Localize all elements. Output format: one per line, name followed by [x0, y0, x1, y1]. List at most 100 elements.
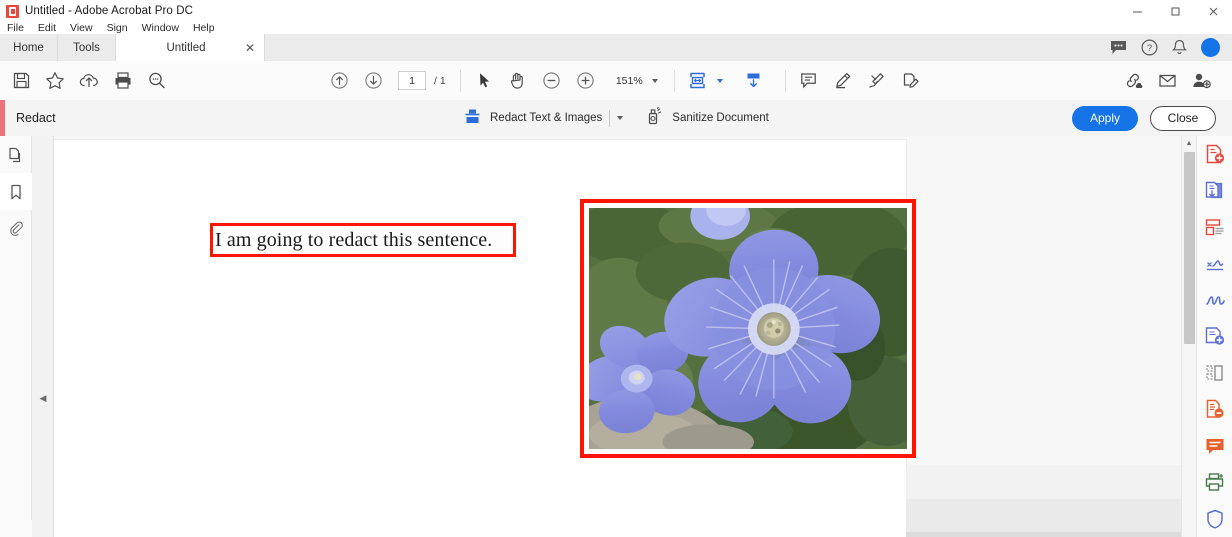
view-tools-group — [467, 64, 603, 98]
tab-close-icon[interactable]: ✕ — [240, 42, 264, 54]
tab-home[interactable]: Home — [0, 34, 58, 61]
scroll-up-arrow-icon[interactable]: ▲ — [1182, 136, 1196, 150]
redact-toolbar: Redact Redact Text & Images Sanitize Doc… — [0, 100, 1232, 137]
zoom-control[interactable]: 151% — [613, 75, 658, 87]
toolbar-divider-2 — [673, 69, 675, 92]
user-avatar[interactable] — [1201, 38, 1220, 57]
redaction-mark-image[interactable] — [580, 199, 916, 458]
create-pdf-icon[interactable] — [1197, 136, 1232, 172]
file-tools-group — [4, 64, 174, 98]
close-button-redact[interactable]: Close — [1150, 105, 1216, 131]
menu-sign[interactable]: Sign — [100, 22, 135, 34]
hand-pan-icon[interactable] — [501, 64, 535, 98]
tab-tools-label: Tools — [73, 41, 100, 54]
left-rail-footer — [0, 520, 32, 537]
edit-pdf-icon[interactable] — [1197, 209, 1232, 245]
next-page-icon[interactable] — [356, 64, 390, 98]
previous-page-icon[interactable] — [322, 64, 356, 98]
svg-text:?: ? — [1147, 43, 1152, 54]
redact-accent-bar — [0, 100, 5, 136]
redact-text-and-images-button[interactable]: Redact Text & Images — [462, 107, 602, 130]
highlight-pen-icon[interactable] — [826, 64, 860, 98]
pdf-page[interactable]: I am going to redact this sentence. — [54, 140, 916, 469]
select-cursor-icon[interactable] — [467, 64, 501, 98]
signature-icon[interactable] — [860, 64, 894, 98]
fill-and-sign-icon-right[interactable] — [1197, 245, 1232, 281]
blue-flower-photo — [589, 208, 907, 449]
toolbar-divider-3 — [784, 69, 786, 92]
page-total-label: / 1 — [434, 74, 446, 87]
print-production-icon[interactable] — [1197, 464, 1232, 500]
document-viewport[interactable]: I am going to redact this sentence. — [54, 136, 1181, 537]
page-indicator: 1 / 1 — [398, 71, 446, 90]
share-tools-group — [1116, 64, 1218, 98]
minimize-button[interactable] — [1118, 0, 1156, 22]
title-bar: Untitled - Adobe Acrobat Pro DC — [0, 0, 1232, 22]
fill-and-sign-icon[interactable] — [894, 64, 928, 98]
maximize-button[interactable] — [1156, 0, 1194, 22]
vertical-scrollbar[interactable]: ▲ — [1181, 136, 1196, 537]
left-navigation-rail — [0, 136, 32, 537]
attachments-icon[interactable] — [0, 210, 32, 247]
fit-dropdown-chevron-icon[interactable] — [716, 78, 723, 83]
menu-view[interactable]: View — [63, 22, 100, 34]
upload-cloud-icon[interactable] — [72, 64, 106, 98]
menu-bar: File Edit View Sign Window Help — [0, 22, 1232, 34]
redact-icon-right[interactable] — [1197, 391, 1232, 427]
redact-panel-title: Redact — [16, 111, 56, 125]
tab-untitled-label: Untitled — [166, 41, 206, 54]
comment-icon-right[interactable] — [1197, 428, 1232, 464]
chevron-down-icon[interactable] — [651, 78, 658, 83]
tab-tools[interactable]: Tools — [58, 34, 116, 61]
search-icon[interactable] — [140, 64, 174, 98]
collapse-panel-arrow-icon[interactable]: ◀ — [32, 388, 54, 408]
apply-button[interactable]: Apply — [1072, 105, 1138, 131]
share-link-icon[interactable] — [1116, 64, 1150, 98]
window-controls — [1118, 0, 1232, 22]
fit-width-icon[interactable] — [681, 64, 715, 98]
close-button[interactable] — [1194, 0, 1232, 22]
left-panel-collapse-strip[interactable]: ◀ — [32, 136, 54, 537]
request-signatures-icon[interactable] — [1197, 282, 1232, 318]
redaction-mark-text[interactable]: I am going to redact this sentence. — [210, 223, 516, 257]
scrollbar-thumb[interactable] — [1184, 152, 1195, 344]
sanitize-spray-icon — [645, 106, 665, 130]
help-question-icon[interactable]: ? — [1141, 39, 1158, 56]
protect-shield-icon[interactable] — [1197, 501, 1232, 537]
menu-help[interactable]: Help — [186, 22, 222, 34]
redact-dropdown-chevron-icon[interactable] — [617, 116, 624, 120]
page-nav-group — [322, 64, 390, 98]
export-pdf-icon[interactable] — [1197, 172, 1232, 208]
email-icon[interactable] — [1150, 64, 1184, 98]
pdf-page-lower-area — [54, 465, 906, 537]
add-comment-icon-right[interactable] — [1197, 318, 1232, 354]
menu-window[interactable]: Window — [135, 22, 186, 34]
comment-bubble-icon[interactable] — [1110, 40, 1127, 55]
sanitize-document-button[interactable]: Sanitize Document — [645, 106, 769, 130]
menu-edit[interactable]: Edit — [31, 22, 63, 34]
print-icon[interactable] — [106, 64, 140, 98]
zoom-out-icon[interactable] — [535, 64, 569, 98]
page-number-input[interactable]: 1 — [398, 71, 426, 90]
redact-stamp-icon — [462, 107, 483, 130]
annotation-tools-group — [792, 64, 928, 98]
page-scroll-icon[interactable] — [737, 64, 771, 98]
page-thumbnails-icon[interactable] — [0, 136, 32, 173]
add-person-icon[interactable] — [1184, 64, 1218, 98]
tab-untitled[interactable]: Untitled ✕ — [116, 34, 265, 61]
star-favorite-icon[interactable] — [38, 64, 72, 98]
notification-bell-icon[interactable] — [1172, 39, 1187, 56]
organize-pages-icon[interactable] — [1197, 355, 1232, 391]
acrobat-icon — [6, 4, 19, 18]
acrobat-window: Untitled - Adobe Acrobat Pro DC File Edi… — [0, 0, 1232, 537]
menu-file[interactable]: File — [0, 22, 31, 34]
save-icon[interactable] — [4, 64, 38, 98]
add-comment-icon[interactable] — [792, 64, 826, 98]
document-sentence: I am going to redact this sentence. — [215, 228, 493, 251]
fit-tools-group — [681, 64, 771, 98]
tab-home-label: Home — [13, 41, 44, 54]
redact-bar-buttons: Apply Close — [1072, 100, 1216, 136]
bookmarks-icon[interactable] — [0, 173, 32, 210]
zoom-in-icon[interactable] — [569, 64, 603, 98]
main-toolbar: 1 / 1 151% — [0, 61, 1232, 101]
